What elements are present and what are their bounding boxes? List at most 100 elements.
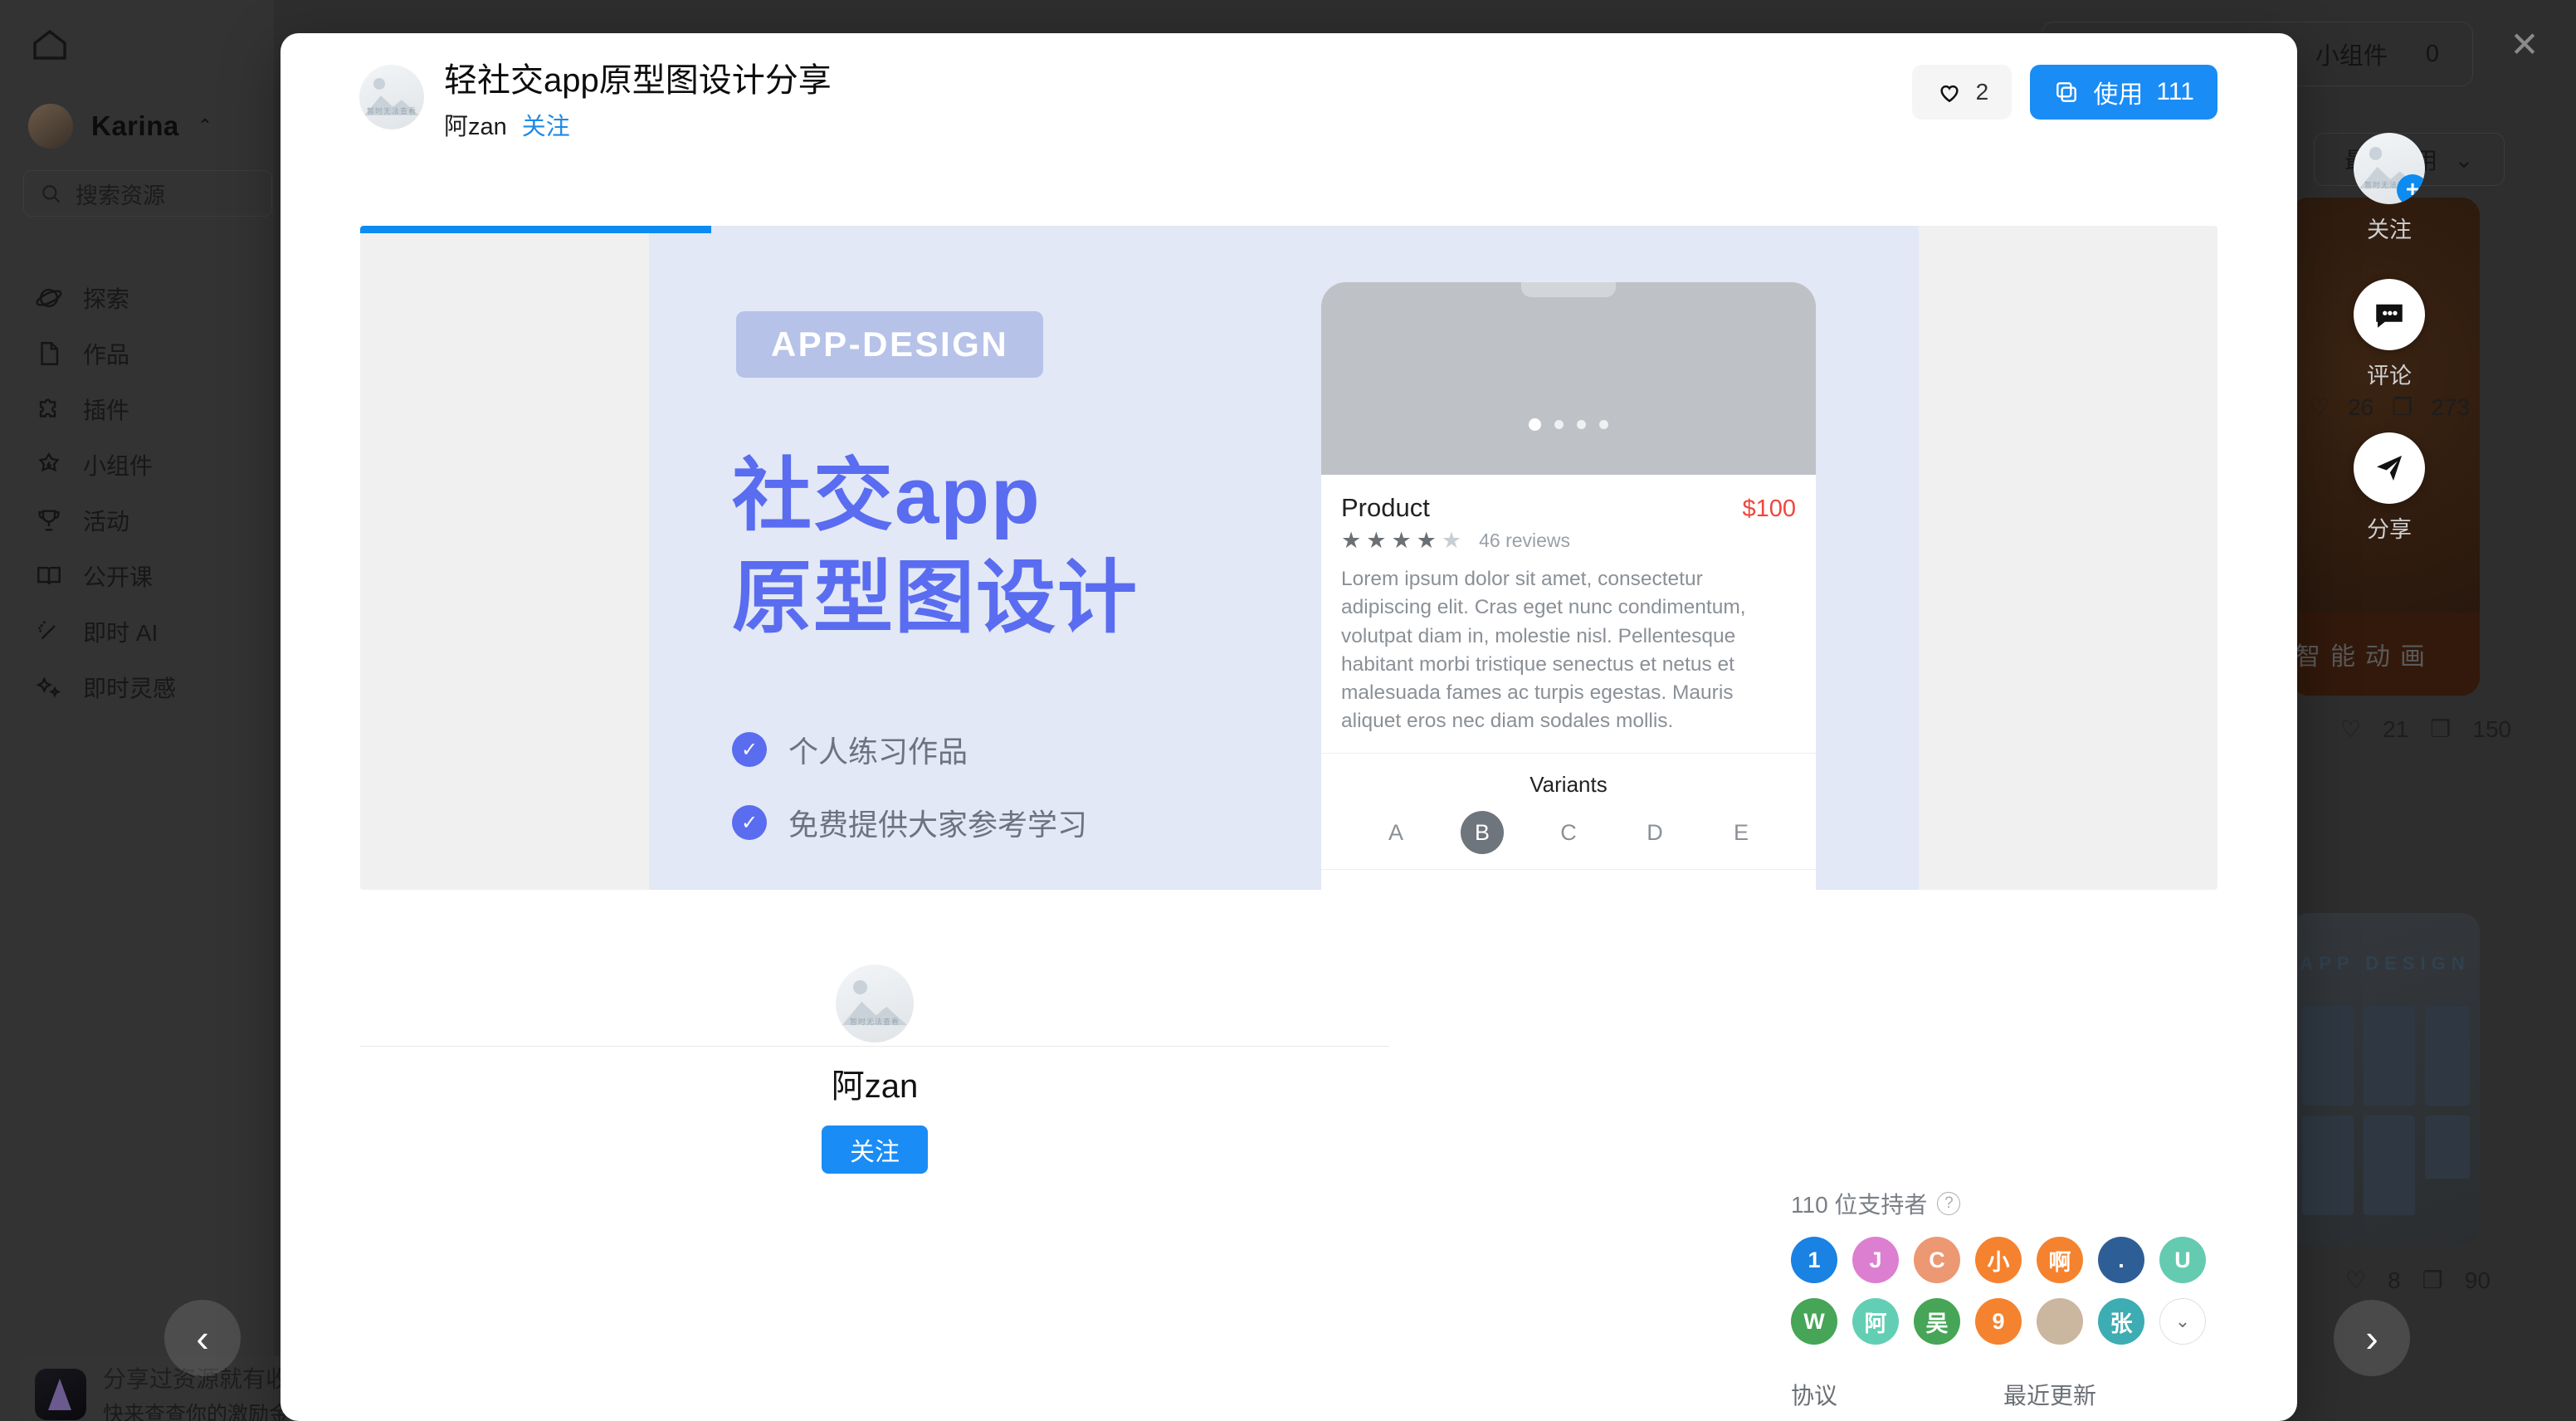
follow-link[interactable]: 关注 bbox=[522, 107, 570, 142]
author-section: 暂时无法查看 阿zan 关注 bbox=[360, 964, 1389, 1174]
sparkles-icon bbox=[36, 676, 61, 698]
search-input[interactable]: 搜索资源 bbox=[23, 170, 272, 217]
card-stats: ♡ 8 ❐ 90 bbox=[2345, 1267, 2491, 1294]
sidebar-item-widgets[interactable]: 小组件 bbox=[23, 437, 272, 492]
carousel-dot[interactable] bbox=[1529, 418, 1541, 431]
chevron-down-icon[interactable]: ⌄ bbox=[2159, 1298, 2206, 1345]
sidebar-item-inspiration[interactable]: 即时灵感 bbox=[23, 659, 272, 715]
sidebar-item-plugins[interactable]: 插件 bbox=[23, 381, 272, 437]
headline-line-1: 社交app bbox=[732, 452, 1042, 540]
carousel-dot[interactable] bbox=[1554, 420, 1564, 429]
phone-mockup: Product $100 ★ ★ ★ ★ ★ 46 reviews Lorem ipsu… bbox=[1321, 282, 1816, 890]
supporter-avatar[interactable]: 张 bbox=[2098, 1298, 2144, 1345]
avatar[interactable]: 暂时无法查看 bbox=[359, 65, 424, 129]
chevron-updown-icon[interactable]: ⌃ bbox=[198, 117, 212, 135]
copy-icon: ❐ bbox=[2392, 394, 2413, 420]
last-updated-label[interactable]: 最近更新 bbox=[2003, 1378, 2096, 1411]
license-label[interactable]: 协议 bbox=[1791, 1378, 1837, 1411]
list-item: ✓ 免费提供大家参考学习 bbox=[732, 801, 1087, 844]
home-icon[interactable] bbox=[30, 25, 70, 65]
rail-label: 分享 bbox=[2367, 517, 2412, 542]
sidebar-item-explore[interactable]: 探索 bbox=[23, 270, 272, 325]
follow-button[interactable]: 关注 bbox=[822, 1126, 928, 1174]
resource-detail-modal: 暂时无法查看 轻社交app原型图设计分享 阿zan 关注 2 使用 111 AP… bbox=[281, 33, 2297, 1421]
headline-line-2: 原型图设计 bbox=[732, 553, 1139, 642]
supporter-avatar[interactable]: W bbox=[1791, 1298, 1837, 1345]
use-button[interactable]: 使用 111 bbox=[2030, 65, 2217, 120]
preview-progress-bar bbox=[360, 226, 711, 233]
avatar-placeholder-text: 暂时无法查看 bbox=[849, 1018, 900, 1027]
search-icon bbox=[42, 185, 61, 203]
supporter-avatar[interactable] bbox=[2037, 1298, 2083, 1345]
user-switcher[interactable]: Karina ⌃ bbox=[28, 104, 212, 149]
variant-option-selected[interactable]: B bbox=[1461, 810, 1504, 854]
user-name: Karina bbox=[91, 110, 179, 141]
check-circle-icon: ✓ bbox=[732, 732, 767, 767]
sidebar-item-label: 即时灵感 bbox=[83, 675, 177, 701]
close-icon[interactable]: ✕ bbox=[2501, 22, 2548, 68]
supporters-avatar-grid: 1 J C 小 啊 . U W 阿 吴 9 张 ⌄ bbox=[1791, 1237, 2239, 1345]
rail-follow-button[interactable]: 暂时无法查看 + 关注 bbox=[2332, 133, 2447, 244]
sidebar-item-courses[interactable]: 公开课 bbox=[23, 548, 272, 603]
supporters-count-label: 110 位支持者 bbox=[1791, 1192, 1928, 1218]
phone-notch bbox=[1521, 282, 1616, 297]
card-artwork: APP DESIGN bbox=[2291, 913, 2480, 1245]
carousel-dot[interactable] bbox=[1599, 420, 1608, 429]
question-icon[interactable]: ? bbox=[1937, 1192, 1961, 1215]
slide-headline: 社交app 原型图设计 bbox=[732, 446, 1139, 650]
comment-icon bbox=[2354, 279, 2425, 350]
rating-stars: ★ ★ ★ ★ ★ bbox=[1341, 528, 1463, 553]
sidebar-item-ai[interactable]: 即时 AI bbox=[23, 603, 272, 659]
variant-option[interactable]: A bbox=[1374, 811, 1417, 854]
sidebar-nav: 探索 作品 插件 小组件 活动 公开课 即时 AI 即时灵感 bbox=[23, 270, 272, 715]
star-burst-icon bbox=[38, 452, 60, 471]
variant-option[interactable]: E bbox=[1720, 811, 1763, 854]
author-name[interactable]: 阿zan bbox=[444, 107, 507, 142]
sidebar-item-activity[interactable]: 活动 bbox=[23, 492, 272, 548]
sidebar: Karina ⌃ 搜索资源 探索 作品 插件 小组件 活动 公开课 即时 AI … bbox=[0, 0, 274, 1421]
sidebar-item-label: 活动 bbox=[83, 508, 130, 535]
supporter-avatar[interactable]: 吴 bbox=[1914, 1298, 1960, 1345]
variant-option[interactable]: D bbox=[1633, 811, 1676, 854]
card-caption: 智能动画 bbox=[2291, 613, 2480, 696]
preview-area[interactable]: APP-DESIGN 社交app 原型图设计 ✓ 个人练习作品 ✓ 免费提供大家… bbox=[360, 226, 2217, 890]
supporter-avatar[interactable]: U bbox=[2159, 1237, 2206, 1283]
avatar[interactable]: 暂时无法查看 bbox=[836, 964, 914, 1043]
heart-icon: ♡ bbox=[2308, 394, 2330, 420]
bullet-label: 免费提供大家参考学习 bbox=[788, 808, 1088, 842]
supporter-avatar[interactable]: C bbox=[1914, 1237, 1960, 1283]
supporter-avatar[interactable]: 1 bbox=[1791, 1237, 1837, 1283]
heart-icon: ♡ bbox=[2340, 716, 2362, 742]
phone-image-area bbox=[1321, 282, 1816, 475]
chevron-left-icon[interactable]: ‹ bbox=[164, 1300, 241, 1376]
supporter-avatar[interactable]: J bbox=[1852, 1237, 1899, 1283]
copy-icon: ❐ bbox=[2430, 716, 2452, 742]
like-button[interactable]: 2 bbox=[1912, 65, 2013, 120]
sidebar-item-label: 小组件 bbox=[83, 452, 154, 479]
carousel-dot[interactable] bbox=[1577, 420, 1586, 429]
supporter-avatar[interactable]: 阿 bbox=[1852, 1298, 1899, 1345]
product-description: Lorem ipsum dolor sit amet, consectetur … bbox=[1321, 554, 1816, 754]
supporter-avatar[interactable]: 啊 bbox=[2037, 1237, 2083, 1283]
rail-share-button[interactable]: 分享 bbox=[2332, 432, 2447, 544]
card-caption: APP DESIGN bbox=[2300, 953, 2471, 974]
app-logo-icon bbox=[35, 1369, 86, 1420]
copy-icon: ❐ bbox=[2422, 1267, 2443, 1293]
sidebar-item-label: 探索 bbox=[83, 286, 130, 312]
rail-comment-button[interactable]: 评论 ♡ 26 ❐ 273 bbox=[2309, 279, 2470, 421]
supporter-avatar[interactable]: 小 bbox=[1975, 1237, 2022, 1283]
author-name: 阿zan bbox=[831, 1068, 919, 1105]
copy-icon bbox=[2056, 82, 2077, 102]
product-name: Product bbox=[1341, 493, 1430, 522]
supporter-avatar[interactable]: . bbox=[2098, 1237, 2144, 1283]
supporter-avatar[interactable]: 9 bbox=[1975, 1298, 2022, 1345]
preview-slide: APP-DESIGN 社交app 原型图设计 ✓ 个人练习作品 ✓ 免费提供大家… bbox=[649, 226, 1919, 890]
carousel-dots bbox=[1529, 418, 1608, 431]
supporters-section: 110 位支持者 ? 1 J C 小 啊 . U W 阿 吴 9 张 ⌄ 协议 bbox=[1791, 1187, 2239, 1411]
chevron-right-icon[interactable]: › bbox=[2334, 1300, 2410, 1376]
variant-option[interactable]: C bbox=[1547, 811, 1590, 854]
like-count: 2 bbox=[1975, 79, 1989, 105]
rail-label: 评论 bbox=[2367, 364, 2412, 388]
sidebar-item-works[interactable]: 作品 bbox=[23, 325, 272, 381]
background-card[interactable]: APP DESIGN bbox=[2291, 913, 2480, 1245]
